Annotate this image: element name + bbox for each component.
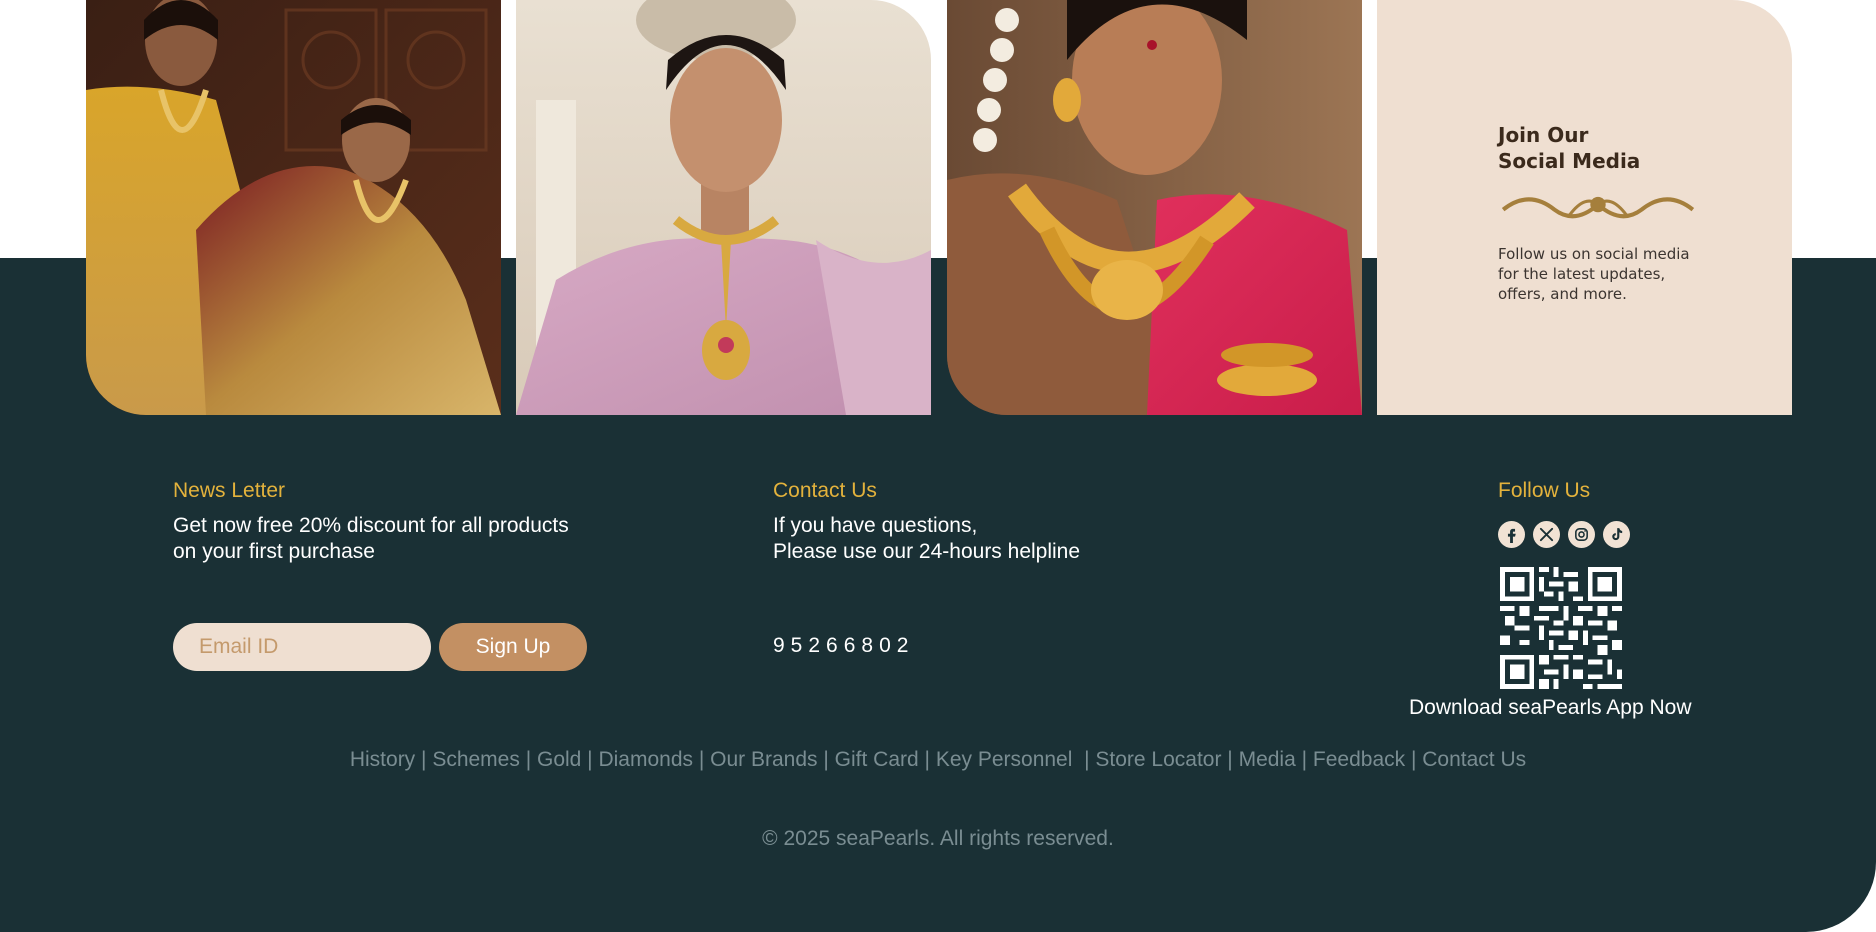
copyright: © 2025 seaPearls. All rights reserved.	[762, 827, 1114, 850]
social-card-title-line2: Social Media	[1498, 149, 1641, 173]
footer-link-contact-us[interactable]: Contact Us	[1422, 748, 1526, 771]
contact-line2: Please use our 24-hours helpline	[773, 540, 1081, 563]
footer-link-separator: |	[1405, 748, 1423, 771]
footer-link-separator: |	[918, 748, 936, 771]
photo-woman-pink-saree	[947, 0, 1362, 415]
footer-link-separator: |	[1221, 748, 1239, 771]
newsletter-line1: Get now free 20% discount for all produc…	[173, 514, 569, 537]
contact-line1: If you have questions,	[773, 514, 978, 537]
social-card-text: Follow us on social media for the latest…	[1498, 245, 1690, 304]
photo-two-women-sarees	[86, 0, 501, 415]
footer-link-our-brands[interactable]: Our Brands	[710, 748, 817, 771]
footer-link-separator: |	[817, 748, 835, 771]
social-card-title-line1: Join Our	[1498, 123, 1589, 147]
footer-link-gift-card[interactable]: Gift Card	[835, 748, 919, 771]
social-media-card: Join Our Social Media Follow us on socia…	[1377, 0, 1792, 415]
footer-link-separator: |	[1295, 748, 1313, 771]
footer-link-history[interactable]: History	[350, 748, 415, 771]
sign-up-button[interactable]: Sign Up	[439, 623, 587, 671]
footer-link-schemes[interactable]: Schemes	[432, 748, 520, 771]
footer-link-separator: |	[519, 748, 537, 771]
download-app-text: Download seaPearls App Now	[1409, 696, 1692, 719]
x-icon[interactable]	[1533, 521, 1560, 548]
ornament-divider-icon	[1501, 196, 1695, 219]
helpline-number[interactable]: 95266802	[773, 634, 914, 658]
tiktok-icon[interactable]	[1603, 521, 1630, 548]
footer-link-key-personnel[interactable]: Key Personnel	[936, 748, 1073, 771]
footer-link-separator: |	[415, 748, 433, 771]
app-qr-code[interactable]	[1500, 567, 1622, 689]
footer-links: History | Schemes | Gold | Diamonds | Ou…	[0, 748, 1876, 772]
footer-link-diamonds[interactable]: Diamonds	[598, 748, 693, 771]
footer-link-separator: |	[1072, 748, 1096, 771]
social-icons	[1498, 521, 1630, 548]
footer-link-separator: |	[693, 748, 711, 771]
contact-heading: Contact Us	[773, 479, 877, 502]
footer-link-store-locator[interactable]: Store Locator	[1095, 748, 1221, 771]
newsletter-line2: on your first purchase	[173, 540, 375, 563]
footer-link-gold[interactable]: Gold	[537, 748, 581, 771]
facebook-icon[interactable]	[1498, 521, 1525, 548]
email-input[interactable]	[173, 623, 431, 671]
newsletter-heading: News Letter	[173, 479, 286, 502]
follow-heading: Follow Us	[1498, 479, 1591, 502]
instagram-icon[interactable]	[1568, 521, 1595, 548]
footer-link-media[interactable]: Media	[1239, 748, 1296, 771]
footer-link-feedback[interactable]: Feedback	[1313, 748, 1405, 771]
photo-woman-lilac-blouse	[516, 0, 931, 415]
footer-link-separator: |	[581, 748, 599, 771]
